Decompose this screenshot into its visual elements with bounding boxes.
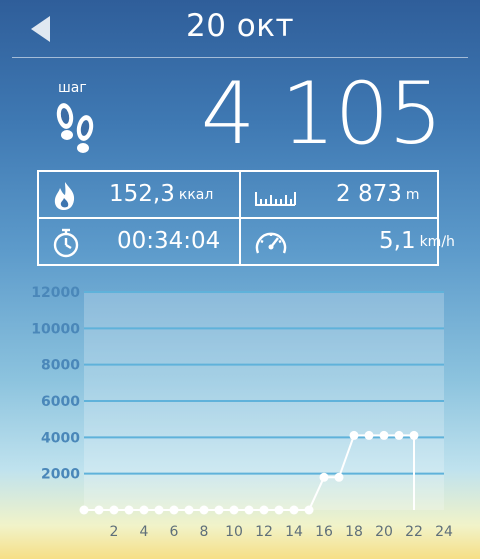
x-tick-label: 24 — [435, 524, 453, 540]
y-tick-label: 2000 — [41, 467, 80, 483]
data-point — [154, 505, 164, 515]
data-point — [109, 505, 119, 515]
data-point — [274, 505, 284, 515]
data-point — [319, 472, 329, 482]
data-point — [364, 430, 374, 440]
data-point — [409, 430, 419, 440]
distance-value-wrap: 2 873 m — [336, 181, 420, 207]
y-tick-label: 6000 — [41, 394, 80, 410]
distance-value: 2 873 — [336, 181, 402, 207]
speedometer-icon — [255, 232, 287, 254]
header-divider — [12, 57, 468, 58]
data-point — [169, 505, 179, 515]
steps-label: шаг — [58, 80, 87, 96]
data-point — [139, 505, 149, 515]
x-tick-label: 16 — [315, 524, 333, 540]
data-point — [79, 505, 89, 515]
x-tick-label: 8 — [200, 524, 209, 540]
x-tick-label: 20 — [375, 524, 393, 540]
x-tick-label: 6 — [170, 524, 179, 540]
steps-chart: 20004000600080001000012000 2 4 6 8 10 12 14 16 1… — [31, 285, 453, 540]
duration-value: 00:34:04 — [117, 228, 221, 254]
x-tick-label: 12 — [255, 524, 273, 540]
stats-grid: 152,3 ккал 2 873 m 00:34:04 5,1 km/h — [37, 170, 455, 266]
y-tick-label: 12000 — [31, 285, 80, 301]
stopwatch-icon — [53, 228, 79, 258]
data-point — [244, 505, 254, 515]
speed-value: 5,1 — [379, 228, 416, 254]
data-point — [184, 505, 194, 515]
data-point — [124, 505, 134, 515]
data-point — [349, 430, 359, 440]
x-tick-label: 4 — [140, 524, 149, 540]
y-tick-label: 10000 — [31, 321, 80, 337]
calories-cell: 152,3 ккал — [39, 172, 239, 218]
header: 20 окт — [0, 0, 480, 60]
steps-count: 4 105 — [200, 64, 443, 164]
data-point — [259, 505, 269, 515]
distance-unit: m — [405, 187, 420, 203]
x-tick-label: 10 — [225, 524, 243, 540]
x-tick-label: 18 — [345, 524, 363, 540]
page-title: 20 окт — [185, 8, 295, 44]
x-tick-label: 22 — [405, 524, 423, 540]
speed-value-wrap: 5,1 km/h — [379, 228, 455, 254]
y-tick-label: 8000 — [41, 358, 80, 374]
x-tick-label: 14 — [285, 524, 303, 540]
data-point — [304, 505, 314, 515]
calories-value-wrap: 152,3 ккал — [109, 181, 213, 207]
data-point — [379, 430, 389, 440]
footprints-icon — [56, 103, 94, 153]
ruler-icon — [255, 192, 296, 206]
x-tick-label: 2 — [110, 524, 119, 540]
data-point — [394, 430, 404, 440]
speed-unit: km/h — [419, 234, 455, 250]
flame-icon — [54, 182, 75, 210]
speed-cell: 5,1 km/h — [241, 219, 455, 265]
calories-unit: ккал — [178, 187, 214, 203]
duration-cell: 00:34:04 — [39, 219, 239, 265]
data-point — [214, 505, 224, 515]
y-tick-label: 4000 — [41, 430, 80, 446]
data-point — [229, 505, 239, 515]
data-point — [334, 472, 344, 482]
data-point — [94, 505, 104, 515]
data-point — [289, 505, 299, 515]
distance-cell: 2 873 m — [241, 172, 441, 218]
calories-value: 152,3 — [109, 181, 175, 207]
data-point — [199, 505, 209, 515]
